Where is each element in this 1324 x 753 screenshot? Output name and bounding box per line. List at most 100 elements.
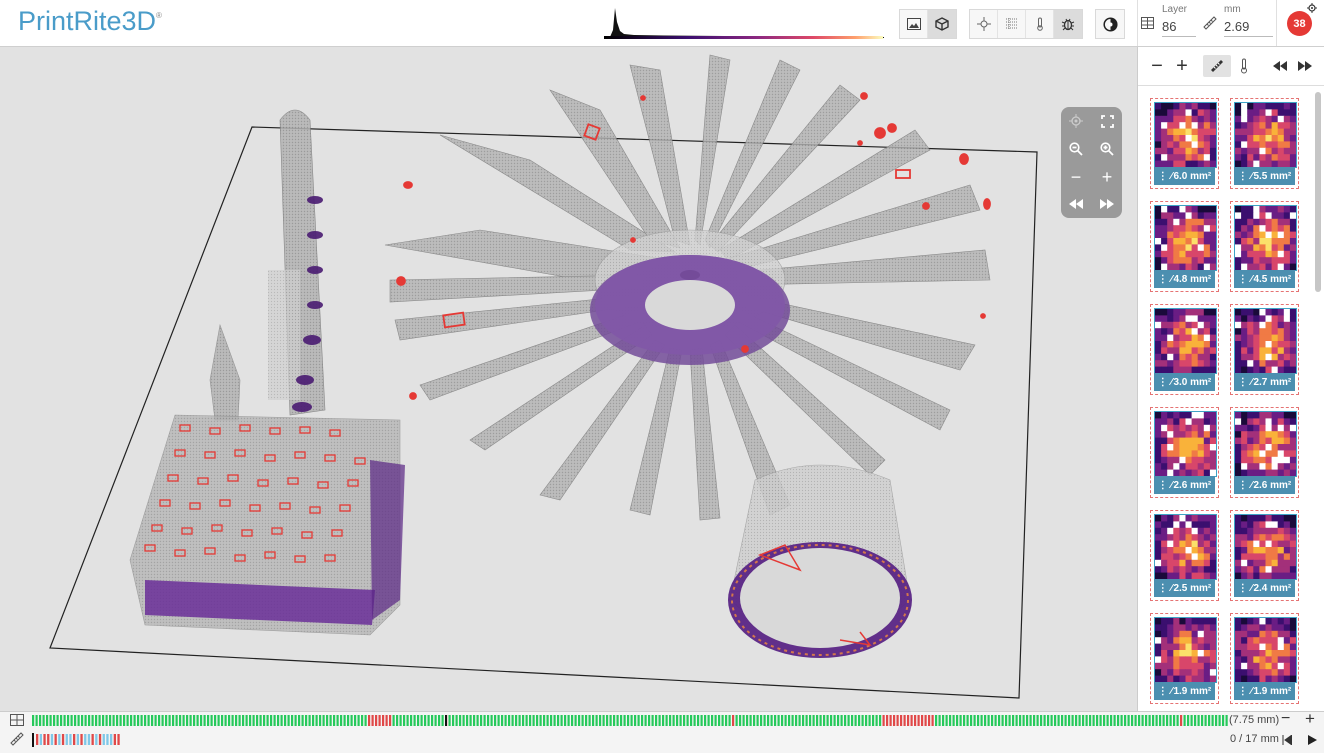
layer-marker[interactable] (231, 715, 234, 726)
layer-marker[interactable] (119, 715, 122, 726)
layer-cursor[interactable] (445, 715, 447, 726)
layer-marker[interactable] (95, 715, 98, 726)
layer-marker[interactable] (298, 715, 301, 726)
defect-thumbnail[interactable]: ⋮ ⁄ 2.4 mm² (1230, 510, 1299, 601)
layer-marker[interactable] (340, 715, 343, 726)
layer-marker[interactable] (242, 715, 245, 726)
layer-marker[interactable] (539, 715, 542, 726)
layer-marker[interactable] (935, 715, 938, 726)
layer-marker[interactable] (613, 715, 616, 726)
layer-marker[interactable] (1180, 715, 1183, 726)
layer-marker[interactable] (1033, 715, 1036, 726)
layer-marker[interactable] (207, 715, 210, 726)
height-marker[interactable] (106, 734, 109, 745)
layer-marker[interactable] (361, 715, 364, 726)
defect-thumbnail[interactable]: ⋮ ⁄ 4.5 mm² (1230, 201, 1299, 292)
layer-marker[interactable] (1162, 715, 1165, 726)
layer-marker[interactable] (508, 715, 511, 726)
layer-marker[interactable] (137, 715, 140, 726)
layer-marker[interactable] (480, 715, 483, 726)
crosshair-button[interactable] (970, 10, 998, 38)
layer-marker[interactable] (459, 715, 462, 726)
height-marker[interactable] (39, 734, 42, 745)
layer-marker[interactable] (88, 715, 91, 726)
panel-scrollbar[interactable] (1315, 92, 1321, 292)
layer-marker[interactable] (375, 715, 378, 726)
layer-marker[interactable] (893, 715, 896, 726)
layer-marker[interactable] (350, 715, 353, 726)
layer-marker[interactable] (308, 715, 311, 726)
layer-marker[interactable] (63, 715, 66, 726)
layer-marker[interactable] (1082, 715, 1085, 726)
layer-marker[interactable] (1096, 715, 1099, 726)
layer-marker[interactable] (550, 715, 553, 726)
layer-marker[interactable] (816, 715, 819, 726)
layer-marker[interactable] (371, 715, 374, 726)
layer-marker[interactable] (326, 715, 329, 726)
layer-marker[interactable] (1099, 715, 1102, 726)
layer-marker[interactable] (763, 715, 766, 726)
height-marker[interactable] (69, 734, 72, 745)
layer-marker[interactable] (728, 715, 731, 726)
layer-marker[interactable] (329, 715, 332, 726)
layer-marker[interactable] (767, 715, 770, 726)
layer-marker[interactable] (896, 715, 899, 726)
layer-marker[interactable] (399, 715, 402, 726)
layer-marker[interactable] (690, 715, 693, 726)
layer-marker[interactable] (473, 715, 476, 726)
layer-marker[interactable] (270, 715, 273, 726)
layer-marker[interactable] (140, 715, 143, 726)
layer-marker[interactable] (574, 715, 577, 726)
layer-marker[interactable] (1054, 715, 1057, 726)
layer-marker[interactable] (168, 715, 171, 726)
layer-marker[interactable] (704, 715, 707, 726)
layer-marker[interactable] (1187, 715, 1190, 726)
cup-part[interactable] (728, 464, 912, 658)
layer-marker[interactable] (875, 715, 878, 726)
layer-marker[interactable] (182, 715, 185, 726)
layer-marker[interactable] (553, 715, 556, 726)
layer-marker[interactable] (623, 715, 626, 726)
layer-marker[interactable] (1201, 715, 1204, 726)
alert-count-badge[interactable]: 38 (1287, 11, 1312, 36)
layer-marker[interactable] (921, 715, 924, 726)
layer-marker[interactable] (942, 715, 945, 726)
layer-marker[interactable] (672, 715, 675, 726)
defect-thumbnail[interactable]: ⋮ ⁄ 2.6 mm² (1230, 407, 1299, 498)
layer-marker[interactable] (809, 715, 812, 726)
layer-marker[interactable] (39, 715, 42, 726)
layer-marker[interactable] (571, 715, 574, 726)
layer-marker[interactable] (714, 715, 717, 726)
layer-marker[interactable] (1159, 715, 1162, 726)
layer-marker[interactable] (126, 715, 129, 726)
layer-marker[interactable] (147, 715, 150, 726)
layer-marker[interactable] (847, 715, 850, 726)
layer-marker[interactable] (144, 715, 147, 726)
layer-marker[interactable] (1057, 715, 1060, 726)
next-button[interactable] (1294, 55, 1316, 77)
layer-marker[interactable] (753, 715, 756, 726)
layer-marker[interactable] (1008, 715, 1011, 726)
height-marker[interactable] (61, 734, 65, 745)
layer-marker[interactable] (354, 715, 357, 726)
layer-marker[interactable] (515, 715, 518, 726)
layer-marker[interactable] (525, 715, 528, 726)
layer-marker[interactable] (469, 715, 472, 726)
layer-marker[interactable] (791, 715, 794, 726)
layer-marker[interactable] (900, 715, 903, 726)
layer-marker[interactable] (665, 715, 668, 726)
layer-marker[interactable] (1036, 715, 1039, 726)
layer-marker[interactable] (770, 715, 773, 726)
layer-marker[interactable] (882, 715, 885, 726)
more-options-icon[interactable]: ⋮ (1238, 686, 1248, 697)
layer-marker[interactable] (1148, 715, 1151, 726)
layer-marker[interactable] (172, 715, 175, 726)
more-options-icon[interactable]: ⋮ (1238, 171, 1248, 182)
layer-marker[interactable] (637, 715, 640, 726)
layer-marker[interactable] (1026, 715, 1029, 726)
layer-marker[interactable] (592, 715, 595, 726)
layer-marker[interactable] (1106, 715, 1109, 726)
height-marker[interactable] (87, 734, 91, 745)
layer-marker[interactable] (382, 715, 385, 726)
layer-marker[interactable] (1190, 715, 1193, 726)
